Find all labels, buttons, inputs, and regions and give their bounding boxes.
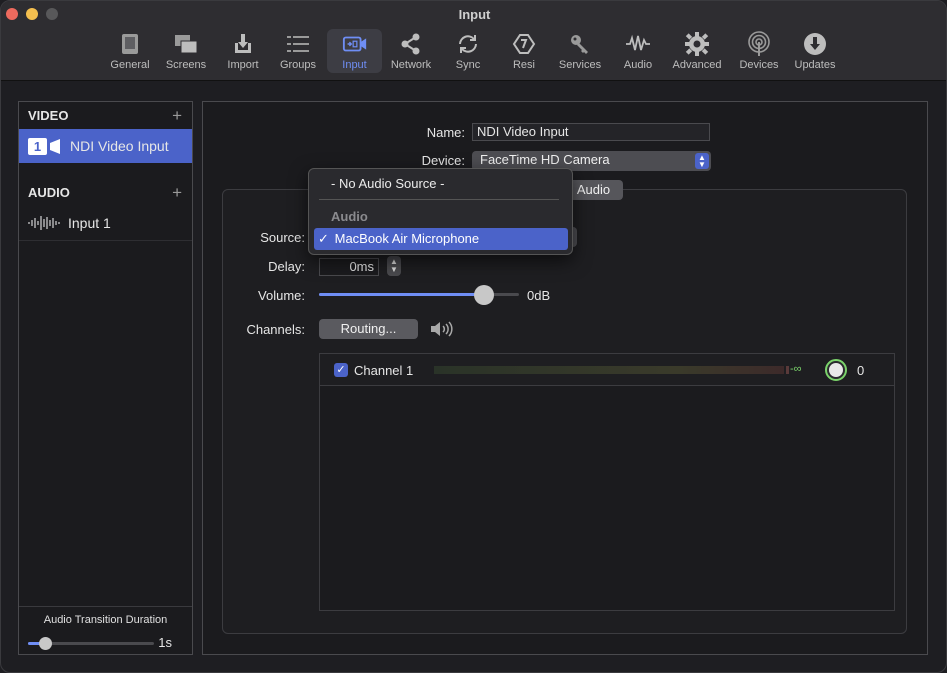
speaker-icon[interactable] [429,320,453,341]
level-meter [434,366,784,374]
toolbar-label: Devices [739,59,779,71]
delay-field[interactable]: 0ms [319,258,379,276]
name-field[interactable]: NDI Video Input [472,123,710,141]
title-bar: Input General Screens Import Groups Inpu… [1,1,946,81]
sidebar-item-ndi-video-input[interactable]: 1 NDI Video Input [19,129,192,163]
gain-knob-cap [829,363,843,377]
toolbar-screens[interactable]: Screens [161,29,211,73]
input-sidebar: VIDEO + 1 NDI Video Input AUDIO + Input … [18,101,193,655]
toolbar-devices[interactable]: Devices [737,29,781,73]
video-section-header: VIDEO + [19,103,192,129]
channel-checkbox[interactable]: ✓ [334,363,348,377]
key-icon [567,31,593,57]
checkmark-icon: ✓ [318,231,329,246]
add-video-input-button[interactable]: + [172,103,182,129]
channel-row: ✓ Channel 1 -∞ 0 [320,354,894,386]
routing-button[interactable]: Routing... [319,319,418,339]
source-label: Source: [260,230,305,245]
gear-icon [684,31,710,57]
sync-icon [455,31,481,57]
toolbar-label: Resi [512,59,535,71]
sidebar-item-label: NDI Video Input [70,138,169,154]
toolbar-input[interactable]: Input [327,29,382,73]
audio-transition-slider[interactable] [28,637,154,650]
toolbar-label: Audio [623,59,653,71]
groups-icon [285,31,311,57]
general-icon [117,31,143,57]
audio-section-header: AUDIO + [19,180,192,206]
toolbar-import[interactable]: Import [221,29,265,73]
toolbar-label: Import [227,59,259,71]
toolbar-label: Groups [279,59,317,71]
toolbar-label: Services [558,59,602,71]
volume-value: 0dB [527,288,551,303]
sidebar-item-input-1[interactable]: Input 1 [19,206,192,240]
download-icon [802,31,828,57]
toolbar-label: Screens [165,59,207,71]
video-number-badge: 1 [28,137,47,155]
channels-label: Channels: [246,322,305,337]
device-label: Device: [421,153,465,168]
toolbar-label: Updates [794,59,836,71]
waveform-icon [28,215,60,231]
input-icon [342,31,368,57]
gain-knob[interactable] [825,359,847,381]
volume-slider[interactable] [319,285,519,305]
delay-label: Delay: [268,259,305,274]
waveform-icon [625,31,651,57]
audio-transition-value: 1s [158,635,172,650]
menu-item-no-audio-source[interactable]: - No Audio Source - [309,176,572,191]
toolbar-label: Sync [455,59,481,71]
level-meter-readout: -∞ [790,363,802,375]
volume-label: Volume: [258,288,305,303]
slider-knob[interactable] [39,637,53,650]
screens-icon [173,31,199,57]
audio-transition-footer: Audio Transition Duration 1s [19,606,192,654]
toolbar-groups[interactable]: Groups [275,29,321,73]
delay-stepper[interactable]: ▲ ▼ [387,256,401,276]
toolbar-services[interactable]: Services [555,29,605,73]
preferences-toolbar: General Screens Import Groups Input Netw… [1,29,946,75]
menu-item-macbook-air-microphone[interactable]: ✓ MacBook Air Microphone [314,228,568,250]
devices-icon [746,31,772,57]
divider [19,240,192,241]
name-label: Name: [426,125,465,140]
window-title: Input [458,7,491,22]
toolbar-audio[interactable]: Audio [618,29,658,73]
resi-icon [511,31,537,57]
toolbar-label: General [110,59,150,71]
toolbar-label: Advanced [672,59,722,71]
toolbar-label: Network [390,59,432,71]
import-icon [230,31,256,57]
menu-item-label: MacBook Air Microphone [334,231,480,246]
level-meter-peak [786,366,789,374]
menu-section-audio: Audio [331,209,368,224]
device-popup-value: FaceTime HD Camera [480,152,610,167]
audio-header-label: AUDIO [28,185,70,200]
video-input-icon: 1 [28,137,62,155]
toolbar-resi[interactable]: Resi [505,29,543,73]
toolbar-advanced[interactable]: Advanced [669,29,725,73]
channel-label: Channel 1 [354,363,414,378]
toolbar-network[interactable]: Network [386,29,436,73]
network-icon [398,31,424,57]
add-audio-input-button[interactable]: + [172,180,182,206]
preferences-window: Input General Screens Import Groups Inpu… [0,0,947,673]
menu-separator [319,199,559,200]
source-dropdown-menu: - No Audio Source - Audio ✓ MacBook Air … [308,168,573,255]
toolbar-sync[interactable]: Sync [447,29,489,73]
toolbar-updates[interactable]: Updates [791,29,839,73]
channel-list: ✓ Channel 1 -∞ 0 [319,353,895,611]
slider-knob[interactable] [473,285,494,305]
toolbar-general[interactable]: General [107,29,153,73]
gain-value: 0 [857,363,865,378]
slider-fill [319,293,484,296]
video-header-label: VIDEO [28,108,69,123]
popup-chevron-icon: ▲ ▼ [695,153,709,169]
audio-transition-label: Audio Transition Duration [43,614,168,626]
sidebar-item-label: Input 1 [68,215,111,231]
toolbar-label: Input [342,59,367,71]
